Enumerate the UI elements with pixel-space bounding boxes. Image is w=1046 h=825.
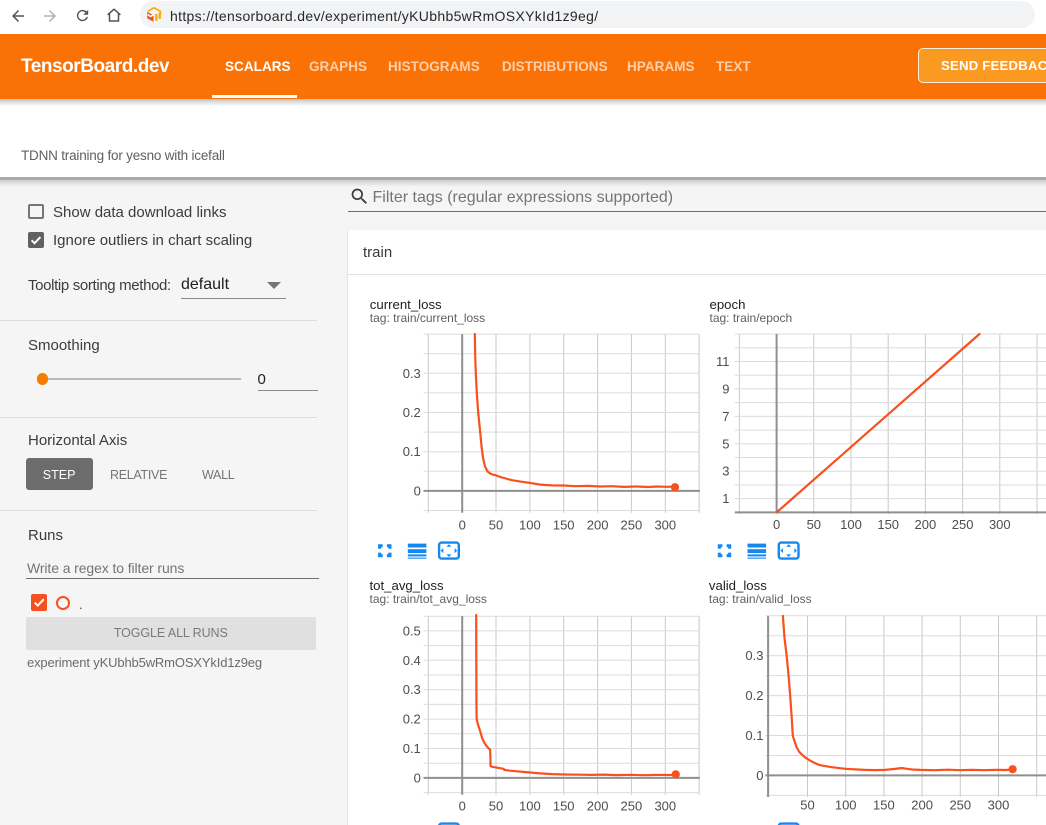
svg-text:7: 7: [722, 409, 729, 424]
svg-text:0.5: 0.5: [403, 623, 421, 638]
svg-text:200: 200: [911, 797, 933, 812]
svg-text:200: 200: [587, 518, 609, 533]
svg-text:300: 300: [989, 517, 1011, 532]
svg-text:50: 50: [489, 798, 503, 813]
svg-text:50: 50: [807, 517, 821, 532]
svg-text:150: 150: [553, 798, 575, 813]
svg-text:250: 250: [952, 517, 974, 532]
svg-text:5: 5: [722, 436, 729, 451]
svg-text:3: 3: [722, 464, 729, 479]
svg-text:0: 0: [459, 798, 466, 813]
svg-text:0.2: 0.2: [745, 688, 763, 703]
svg-text:1: 1: [722, 491, 729, 506]
svg-text:50: 50: [489, 518, 503, 533]
svg-text:100: 100: [840, 517, 862, 532]
svg-text:200: 200: [587, 798, 609, 813]
svg-text:0.3: 0.3: [403, 682, 421, 697]
svg-text:0: 0: [414, 483, 421, 498]
svg-text:0: 0: [773, 517, 780, 532]
svg-text:0.4: 0.4: [403, 653, 421, 668]
svg-text:250: 250: [621, 798, 643, 813]
svg-text:0.3: 0.3: [745, 648, 763, 663]
svg-text:100: 100: [835, 797, 857, 812]
svg-text:200: 200: [915, 517, 937, 532]
svg-text:300: 300: [654, 518, 676, 533]
svg-text:0.1: 0.1: [403, 741, 421, 756]
svg-text:100: 100: [519, 798, 541, 813]
svg-text:0.2: 0.2: [403, 712, 421, 727]
svg-text:150: 150: [873, 797, 895, 812]
svg-text:0: 0: [414, 770, 421, 785]
svg-text:0.1: 0.1: [403, 444, 421, 459]
svg-text:150: 150: [553, 518, 575, 533]
svg-text:0.2: 0.2: [403, 405, 421, 420]
svg-text:300: 300: [654, 798, 676, 813]
svg-text:100: 100: [519, 518, 541, 533]
svg-text:150: 150: [877, 517, 899, 532]
svg-text:9: 9: [722, 381, 729, 396]
svg-text:50: 50: [800, 797, 814, 812]
svg-text:0.3: 0.3: [403, 366, 421, 381]
svg-text:0.1: 0.1: [745, 728, 763, 743]
svg-text:11: 11: [716, 354, 730, 369]
svg-text:0: 0: [756, 768, 763, 783]
svg-text:250: 250: [949, 797, 971, 812]
svg-text:300: 300: [988, 797, 1010, 812]
svg-text:250: 250: [621, 518, 643, 533]
svg-text:0: 0: [459, 518, 466, 533]
